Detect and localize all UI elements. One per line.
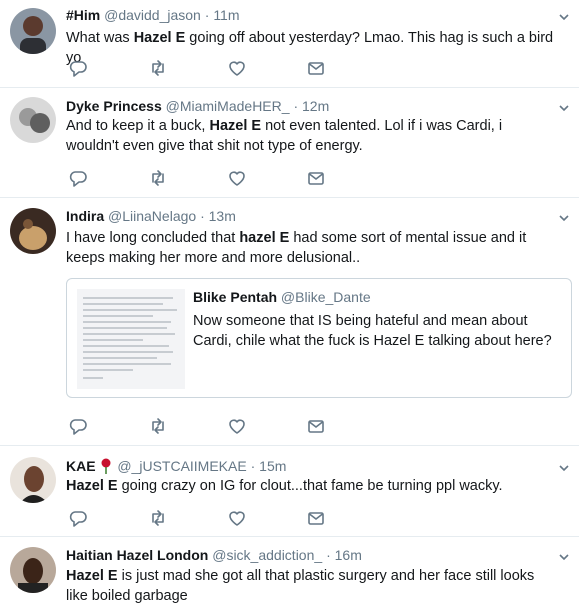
timestamp[interactable]: 11m — [213, 7, 239, 23]
text-segment: going crazy on IG for clout...that fame … — [117, 478, 503, 494]
message-icon[interactable] — [306, 58, 326, 78]
reply-icon[interactable] — [68, 416, 88, 436]
quoted-tweet-text: Now someone that IS being hateful and me… — [193, 313, 552, 349]
highlighted-text: Hazel E — [133, 30, 186, 46]
like-icon[interactable] — [227, 58, 247, 78]
timestamp[interactable]: 13m — [209, 208, 236, 224]
timestamp[interactable]: 16m — [335, 547, 362, 563]
quoted-tweet-image[interactable] — [77, 289, 185, 389]
quoted-user-handle[interactable]: @Blike_Dante — [281, 289, 371, 305]
tweet-actions — [66, 168, 336, 188]
timestamp[interactable]: 15m — [259, 458, 286, 474]
tweet[interactable]: Dyke Princess @MiamiMadeHER_ · 12m And t… — [0, 88, 579, 198]
reply-icon[interactable] — [68, 58, 88, 78]
text-segment: I have long concluded that — [66, 230, 240, 246]
display-name[interactable]: KAE — [66, 458, 96, 474]
chevron-down-icon[interactable] — [557, 550, 571, 564]
avatar[interactable] — [10, 547, 56, 593]
like-icon[interactable] — [227, 168, 247, 188]
message-icon[interactable] — [306, 416, 326, 436]
retweet-icon[interactable] — [148, 58, 168, 78]
text-segment: What was — [66, 30, 134, 46]
tweet[interactable]: KAE @_jUSTCAIIMEKAE · 15m Hazel E going … — [0, 446, 579, 537]
tweet-text: I have long concluded that hazel E had s… — [66, 228, 556, 268]
retweet-icon[interactable] — [148, 416, 168, 436]
reply-icon[interactable] — [68, 168, 88, 188]
tweet[interactable]: Indira @LiinaNelago · 13m I have long co… — [0, 198, 579, 446]
retweet-icon[interactable] — [148, 508, 168, 528]
tweet-header: Haitian Hazel London @sick_addiction_ · … — [66, 547, 362, 563]
tweet-header: Indira @LiinaNelago · 13m — [66, 208, 236, 224]
display-name[interactable]: #Him — [66, 7, 100, 23]
message-icon[interactable] — [306, 168, 326, 188]
chevron-down-icon[interactable] — [557, 101, 571, 115]
timestamp[interactable]: 12m — [302, 98, 329, 114]
avatar[interactable] — [10, 457, 56, 503]
tweet-text: Hazel E going crazy on IG for clout...th… — [66, 476, 556, 496]
reply-icon[interactable] — [68, 508, 88, 528]
tweet[interactable]: #Him @davidd_jason · 11m What was Hazel … — [0, 0, 579, 88]
display-name[interactable]: Haitian Hazel London — [66, 547, 208, 563]
user-handle[interactable]: @MiamiMadeHER_ — [166, 98, 290, 114]
avatar[interactable] — [10, 97, 56, 143]
highlighted-text: Hazel E — [66, 478, 118, 494]
display-name[interactable]: Dyke Princess — [66, 98, 162, 114]
quoted-tweet-header: Blike Pentah @Blike_Dante — [193, 289, 371, 305]
tweet-header: Dyke Princess @MiamiMadeHER_ · 12m — [66, 98, 329, 114]
tweet-actions — [66, 508, 336, 528]
like-icon[interactable] — [227, 416, 247, 436]
message-icon[interactable] — [306, 508, 326, 528]
chevron-down-icon[interactable] — [557, 10, 571, 24]
retweet-icon[interactable] — [148, 168, 168, 188]
user-handle[interactable]: @sick_addiction_ — [212, 547, 322, 563]
user-handle[interactable]: @LiinaNelago — [108, 208, 196, 224]
tweet-actions — [66, 58, 336, 78]
highlighted-text: Hazel E — [209, 118, 262, 134]
avatar[interactable] — [10, 208, 56, 254]
tweet-text: Hazel E is just mad she got all that pla… — [66, 566, 556, 606]
separator-dot: · — [200, 208, 205, 224]
quoted-tweet[interactable]: Blike Pentah @Blike_Dante Now someone th… — [66, 278, 572, 398]
avatar[interactable] — [10, 8, 56, 54]
separator-dot: · — [250, 458, 256, 474]
highlighted-text: hazel E — [239, 230, 290, 246]
highlighted-text: Hazel E — [66, 568, 118, 584]
text-segment: And to keep it a buck, — [66, 118, 210, 134]
separator-dot: · — [326, 547, 331, 563]
user-handle[interactable]: @_jUSTCAIIMEKAE — [117, 458, 246, 474]
tweet[interactable]: Haitian Hazel London @sick_addiction_ · … — [0, 537, 579, 607]
user-handle[interactable]: @davidd_jason — [104, 7, 201, 23]
tweet-text: And to keep it a buck, Hazel E not even … — [66, 116, 556, 156]
text-segment: is just mad she got all that plastic sur… — [66, 568, 535, 604]
tweet-header: KAE @_jUSTCAIIMEKAE · 15m — [66, 458, 286, 474]
quoted-display-name[interactable]: Blike Pentah — [193, 289, 277, 305]
tweet-header: #Him @davidd_jason · 11m — [66, 7, 240, 23]
chevron-down-icon[interactable] — [557, 211, 571, 225]
like-icon[interactable] — [227, 508, 247, 528]
separator-dot: · — [204, 7, 210, 23]
display-name[interactable]: Indira — [66, 208, 104, 224]
rose-emoji-icon — [101, 458, 111, 474]
tweet-actions — [66, 416, 336, 436]
chevron-down-icon[interactable] — [557, 461, 571, 475]
separator-dot: · — [293, 98, 299, 114]
